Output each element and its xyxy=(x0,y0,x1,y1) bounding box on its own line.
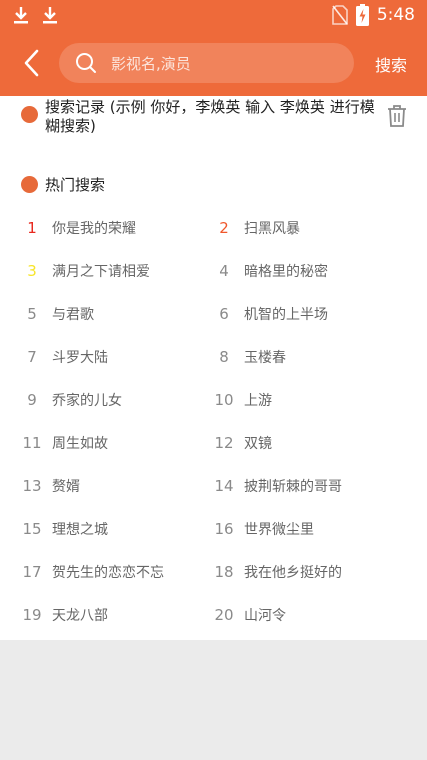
clock: 5:48 xyxy=(376,5,415,25)
search-content: 搜索记录 (示例 你好，李焕英 输入 李焕英 进行模糊搜索) 热门搜索 1 你是我… xyxy=(0,96,427,640)
hot-search-item[interactable]: 10 上游 xyxy=(206,388,272,412)
hot-search-name: 满月之下请相爱 xyxy=(52,264,150,280)
hot-search-rank: 7 xyxy=(27,348,37,366)
hot-search-name: 世界微尘里 xyxy=(244,522,314,538)
hot-search-item[interactable]: 14 披荆斩棘的哥哥 xyxy=(206,474,342,498)
hot-search-rank: 16 xyxy=(214,520,234,538)
hot-search-name: 与君歌 xyxy=(52,307,94,323)
hot-search-item[interactable]: 18 我在他乡挺好的 xyxy=(206,560,342,584)
hot-search-rank: 8 xyxy=(219,348,229,366)
hot-search-item[interactable]: 1 你是我的荣耀 xyxy=(14,216,136,240)
hot-search-name: 扫黑风暴 xyxy=(244,221,300,237)
search-button[interactable]: 搜索 xyxy=(375,52,407,76)
hot-search-item[interactable]: 6 机智的上半场 xyxy=(206,302,328,326)
hot-search-rank: 20 xyxy=(214,606,234,624)
hot-search-item[interactable]: 19 天龙八部 xyxy=(14,603,108,627)
hot-search-item[interactable]: 7 斗罗大陆 xyxy=(14,345,108,369)
status-bar: 5:48 xyxy=(0,0,427,30)
hot-search-name: 暗格里的秘密 xyxy=(244,264,328,280)
hot-search-item[interactable]: 11 周生如故 xyxy=(14,431,108,455)
hot-search-name: 山河令 xyxy=(244,608,286,624)
hot-search-name: 天龙八部 xyxy=(52,608,108,624)
no-sim-icon xyxy=(332,5,348,25)
hot-search-name: 双镜 xyxy=(244,436,272,452)
hot-search-item[interactable]: 4 暗格里的秘密 xyxy=(206,259,328,283)
hot-search-item[interactable]: 3 满月之下请相爱 xyxy=(14,259,150,283)
hot-search-item[interactable]: 16 世界微尘里 xyxy=(206,517,314,541)
hot-search-item[interactable]: 5 与君歌 xyxy=(14,302,94,326)
hot-search-rank: 12 xyxy=(214,434,234,452)
hot-search-name: 周生如故 xyxy=(52,436,108,452)
hot-search-item[interactable]: 8 玉楼春 xyxy=(206,345,286,369)
hot-bullet xyxy=(21,176,38,193)
hot-search-rank: 10 xyxy=(214,391,234,409)
hot-search-rank: 11 xyxy=(22,434,42,452)
hot-search-name: 玉楼春 xyxy=(244,350,286,366)
hot-search-name: 赘婿 xyxy=(52,479,80,495)
hot-search-name: 我在他乡挺好的 xyxy=(244,565,342,581)
download-icon xyxy=(14,7,28,24)
hot-search-item[interactable]: 17 贺先生的恋恋不忘 xyxy=(14,560,164,584)
hot-search-rank: 1 xyxy=(27,219,37,237)
hot-search-rank: 4 xyxy=(219,262,229,280)
hot-search-title: 热门搜索 xyxy=(45,176,106,194)
hot-search-name: 贺先生的恋恋不忘 xyxy=(52,565,164,581)
hot-search-name: 乔家的儿女 xyxy=(52,393,122,409)
search-icon xyxy=(76,53,96,73)
hot-search-item[interactable]: 2 扫黑风暴 xyxy=(206,216,300,240)
hot-search-name: 上游 xyxy=(244,393,272,409)
hot-search-item[interactable]: 9 乔家的儿女 xyxy=(14,388,122,412)
history-title: 搜索记录 (示例 你好，李焕英 输入 李焕英 进行模糊搜索) xyxy=(45,98,375,135)
hot-search-name: 机智的上半场 xyxy=(244,307,328,323)
trash-icon[interactable] xyxy=(386,104,408,128)
hot-search-item[interactable]: 15 理想之城 xyxy=(14,517,108,541)
back-arrow-icon[interactable] xyxy=(18,47,46,79)
hot-search-rank: 2 xyxy=(219,219,229,237)
hot-search-rank: 9 xyxy=(27,391,37,409)
search-input[interactable]: 影视名,演员 xyxy=(59,43,354,83)
hot-search-rank: 14 xyxy=(214,477,234,495)
hot-search-rank: 17 xyxy=(22,563,42,581)
hot-search-item[interactable]: 13 赘婿 xyxy=(14,474,80,498)
hot-search-rank: 15 xyxy=(22,520,42,538)
download-icon xyxy=(43,7,57,24)
hot-search-name: 斗罗大陆 xyxy=(52,350,108,366)
history-bullet xyxy=(21,106,38,123)
hot-search-name: 你是我的荣耀 xyxy=(52,221,136,237)
hot-search-name: 理想之城 xyxy=(52,522,108,538)
hot-search-rank: 3 xyxy=(27,262,37,280)
hot-search-rank: 19 xyxy=(22,606,42,624)
hot-search-item[interactable]: 12 双镜 xyxy=(206,431,272,455)
hot-search-rank: 5 xyxy=(27,305,37,323)
hot-search-item[interactable]: 20 山河令 xyxy=(206,603,286,627)
search-placeholder: 影视名,演员 xyxy=(111,55,191,73)
battery-charging-icon xyxy=(355,4,369,26)
app-header: 5:48 影视名,演员 搜索 xyxy=(0,0,427,96)
hot-search-rank: 18 xyxy=(214,563,234,581)
hot-search-name: 披荆斩棘的哥哥 xyxy=(244,479,342,495)
hot-search-rank: 6 xyxy=(219,305,229,323)
hot-search-rank: 13 xyxy=(22,477,42,495)
